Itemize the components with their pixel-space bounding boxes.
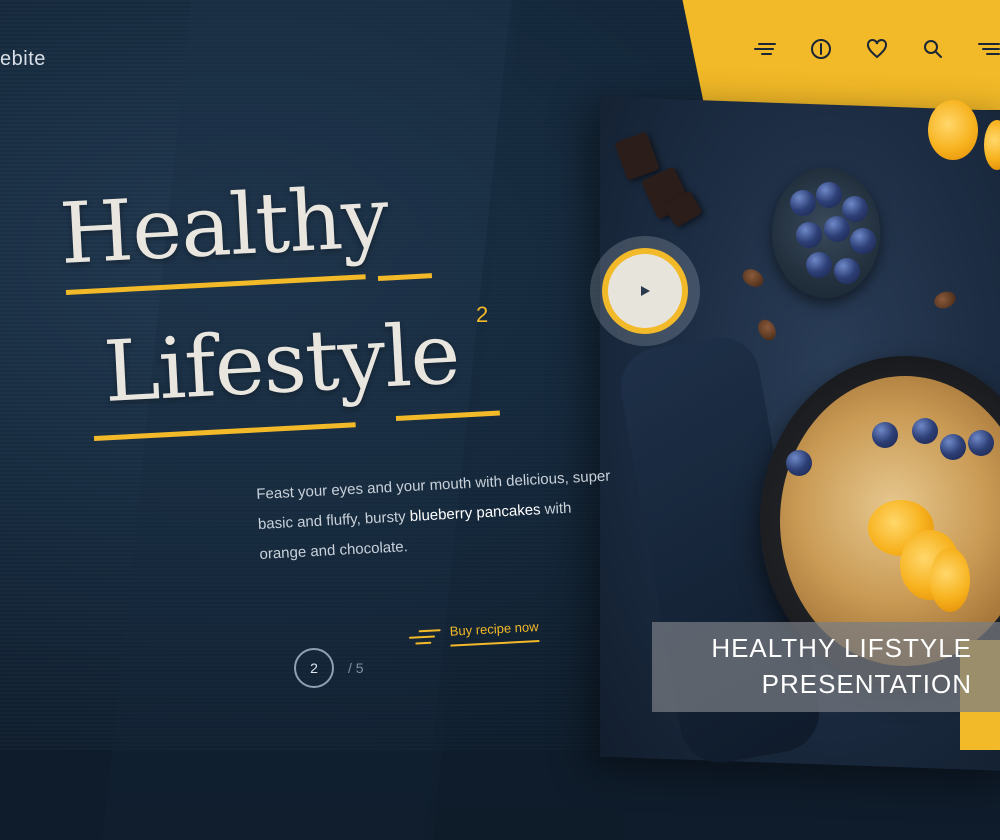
blueberry	[786, 450, 812, 476]
blueberry	[824, 216, 850, 242]
buy-recipe-link[interactable]: Buy recipe now	[449, 619, 540, 647]
blueberry	[940, 434, 966, 460]
blueberry	[806, 252, 832, 278]
play-button[interactable]	[590, 236, 700, 346]
description-highlight: blueberry pancakes	[409, 501, 541, 526]
hamburger-icon[interactable]	[976, 36, 1000, 62]
coin-icon[interactable]	[808, 36, 834, 62]
hero-description: Feast your eyes and your mouth with deli…	[256, 461, 620, 570]
blueberry	[816, 182, 842, 208]
play-button-ring	[602, 248, 688, 334]
play-icon	[641, 286, 650, 296]
speed-lines-icon	[408, 628, 441, 644]
caption-line2: PRESENTATION	[761, 669, 972, 699]
top-navigation	[752, 36, 1000, 62]
blueberry	[796, 222, 822, 248]
caption-line1: HEALTHY LIFSTYLE	[711, 633, 972, 663]
slide-pagination: 2 / 5	[294, 648, 364, 688]
blueberry	[968, 430, 994, 456]
play-button-inner	[608, 254, 682, 328]
hero-title-line1: Healthy	[57, 167, 391, 283]
current-page-indicator[interactable]: 2	[294, 648, 334, 688]
blueberry	[842, 196, 868, 222]
presentation-caption: HEALTHY LIFSTYLE PRESENTATION	[652, 622, 1000, 712]
menu-lines-icon[interactable]	[752, 36, 778, 62]
site-logo[interactable]: ebite	[0, 48, 46, 71]
blueberry	[834, 258, 860, 284]
orange-slice	[928, 100, 978, 160]
blueberry	[850, 228, 876, 254]
blueberry	[872, 422, 898, 448]
heart-icon[interactable]	[864, 36, 890, 62]
hero-title-line2: Lifestyle	[101, 304, 462, 421]
blueberry	[790, 190, 816, 216]
blueberry	[912, 418, 938, 444]
hero-title-superscript: 2	[476, 302, 489, 327]
search-icon[interactable]	[920, 36, 946, 62]
total-pages: / 5	[348, 660, 364, 676]
orange-slice	[930, 548, 970, 612]
